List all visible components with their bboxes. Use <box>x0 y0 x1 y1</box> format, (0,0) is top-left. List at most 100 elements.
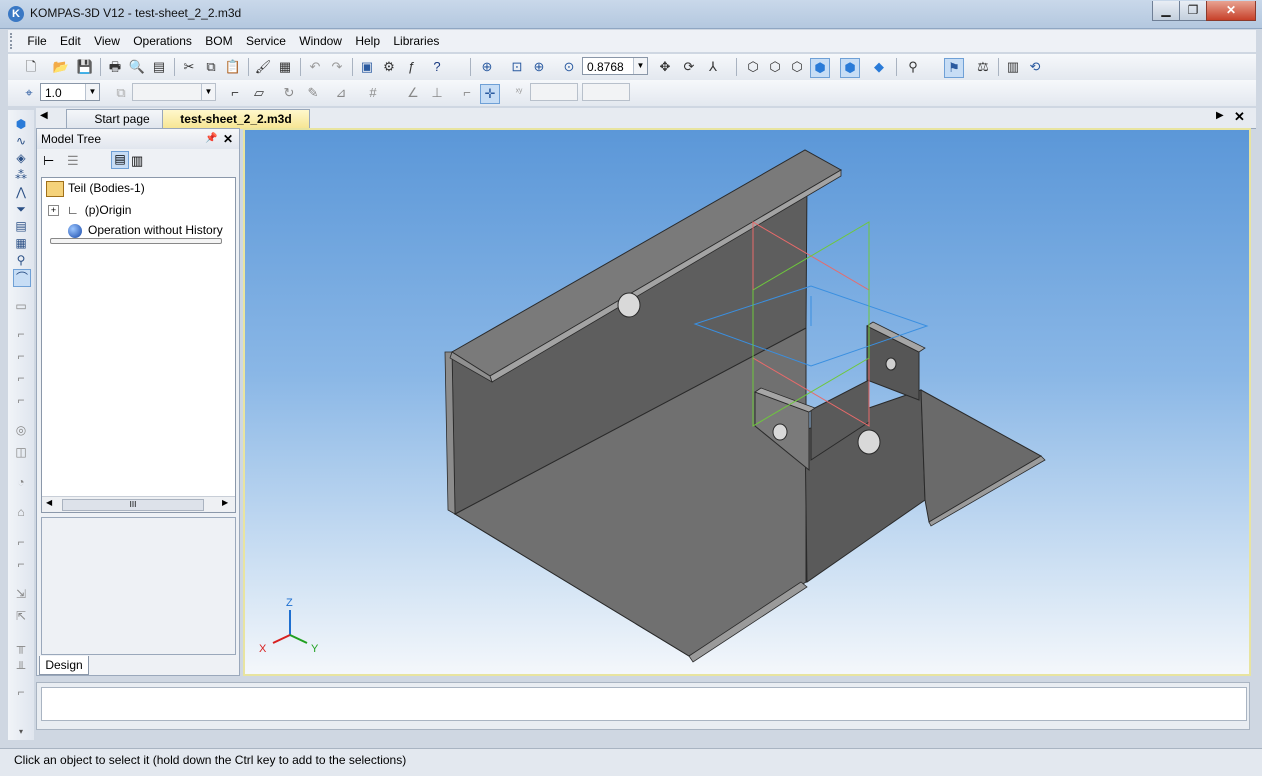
jog-icon[interactable]: ╥ <box>13 638 29 654</box>
bend-icon[interactable]: ⌐ <box>13 326 29 342</box>
sheet-metal-part[interactable] <box>444 149 1046 663</box>
minimize-button[interactable]: ▁ <box>1152 1 1180 21</box>
hole-icon[interactable]: ◎ <box>13 422 29 438</box>
shaded-icon[interactable]: ⬢ <box>810 58 830 78</box>
menu-edit[interactable]: Edit <box>55 30 86 52</box>
tree-view-mode-icon[interactable]: ☰ <box>67 153 79 169</box>
step-line-icon[interactable]: ⌐ <box>458 84 476 102</box>
thin-hidden-lines-icon[interactable]: ⬡ <box>788 58 806 76</box>
pan-icon[interactable]: ✥ <box>656 58 674 76</box>
chevron-down-icon[interactable]: ▼ <box>633 58 647 74</box>
library-manager-icon[interactable]: ⚙ <box>380 58 398 76</box>
pencil-icon[interactable]: ✎ <box>304 84 322 102</box>
orientation-icon[interactable]: ⅄ <box>704 58 722 76</box>
scroll-thumb[interactable]: III <box>62 499 204 511</box>
menu-help[interactable]: Help <box>350 30 385 52</box>
measure-tools-icon[interactable]: ▤ <box>13 218 29 234</box>
menu-file[interactable]: File <box>22 30 51 52</box>
scroll-left-icon[interactable]: ◀ <box>46 498 52 507</box>
tree-panel-mode-icon[interactable]: ▤ <box>111 151 129 169</box>
new-document-icon[interactable]: 🗋 <box>22 58 40 76</box>
perspective-icon[interactable]: ◆ <box>870 58 888 76</box>
angle-snap-icon[interactable]: ∠ <box>404 84 422 102</box>
model-viewport[interactable]: Z X Y <box>243 128 1251 676</box>
cut-icon[interactable]: ✂ <box>180 58 198 76</box>
tab-scroll-right-icon[interactable]: ▶ <box>1216 110 1224 121</box>
tree-structure-icon[interactable]: ⊢ <box>43 153 54 169</box>
measure-icon[interactable]: ⚖ <box>974 58 992 76</box>
stamp-icon[interactable]: ⌂ <box>13 504 29 520</box>
reports-icon[interactable]: ⚲ <box>13 252 29 268</box>
paste-icon[interactable]: 📋 <box>224 58 242 76</box>
wireframe-icon[interactable]: ⬡ <box>744 58 762 76</box>
chevron-down-icon[interactable]: ▼ <box>85 84 99 100</box>
rebuild-icon[interactable]: ⟲ <box>1026 58 1044 76</box>
close-panel-icon[interactable]: ✕ <box>223 129 233 149</box>
louver-icon[interactable]: ⌐ <box>13 534 29 550</box>
zoom-input[interactable]: 0.8768 ▼ <box>582 57 648 75</box>
pin-icon[interactable]: 📌 <box>205 129 217 149</box>
ortho-icon[interactable]: ⊿ <box>332 84 350 102</box>
rotate-icon[interactable]: ⟳ <box>680 58 698 76</box>
zoom-in-icon[interactable]: ⊕ <box>530 58 548 76</box>
hidden-lines-icon[interactable]: ⬡ <box>766 58 784 76</box>
save-icon[interactable]: 💾 <box>76 58 94 76</box>
axis-icon[interactable]: ⊥ <box>428 84 446 102</box>
tree-item-operation[interactable]: Operation without History <box>68 222 223 238</box>
print-preview-icon[interactable]: 🔍 <box>128 58 146 76</box>
properties-icon[interactable]: ▦ <box>276 58 294 76</box>
tab-document[interactable]: test-sheet_2_2.m3d <box>162 109 310 129</box>
sheet-metal-icon[interactable]: ⌒ <box>13 269 31 287</box>
scroll-right-icon[interactable]: ▶ <box>222 498 228 507</box>
menu-libraries[interactable]: Libraries <box>388 30 444 52</box>
spatial-curves-icon[interactable]: ∿ <box>13 133 29 149</box>
step-input[interactable]: 1.0 ▼ <box>40 83 100 101</box>
menu-operations[interactable]: Operations <box>128 30 197 52</box>
document-properties-icon[interactable]: ▤ <box>150 58 168 76</box>
tree-separate-window-icon[interactable]: ▥ <box>131 153 143 169</box>
close-document-icon[interactable]: ✕ <box>1234 109 1245 125</box>
sheet-body-icon[interactable]: ▭ <box>13 298 29 314</box>
shaded-edges-icon[interactable]: ⬢ <box>840 58 860 78</box>
closed-corner-icon[interactable]: ◔ <box>13 474 29 490</box>
undo-icon[interactable]: ↶ <box>306 58 324 76</box>
bend-line-icon[interactable]: ⌐ <box>13 348 29 364</box>
surfaces-icon[interactable]: ◈ <box>13 150 29 166</box>
copy-icon[interactable]: ⧉ <box>202 58 220 76</box>
filter-objects-icon[interactable]: ⏷ <box>13 201 29 217</box>
help-pointer-icon[interactable]: ? <box>428 58 446 76</box>
grid-icon[interactable]: # <box>364 84 382 102</box>
menu-window[interactable]: Window <box>294 30 347 52</box>
tab-scroll-left-icon[interactable]: ◀ <box>40 110 48 121</box>
gusset-icon[interactable]: ⌐ <box>13 684 29 700</box>
snap-grid-icon[interactable]: ⌖ <box>20 84 38 102</box>
spec-tools-icon[interactable]: ▦ <box>13 235 29 251</box>
zoom-scale-icon[interactable]: ⊙ <box>560 58 578 76</box>
tree-horizontal-scrollbar[interactable]: ◀ III ▶ <box>42 496 235 512</box>
orient-icon[interactable]: ↻ <box>280 84 298 102</box>
tree-item-part[interactable]: Teil (Bodies-1) <box>46 180 145 197</box>
flange-icon[interactable]: ⌐ <box>13 370 29 386</box>
print-icon[interactable]: 🖶 <box>106 58 124 76</box>
menu-bom[interactable]: BOM <box>200 30 237 52</box>
restore-button[interactable]: ❐ <box>1179 1 1207 21</box>
manager-icon[interactable]: ▣ <box>358 58 376 76</box>
spec-icon[interactable]: ▥ <box>1004 58 1022 76</box>
unbend-icon[interactable]: ⇲ <box>13 586 29 602</box>
hem-icon[interactable]: ⌐ <box>13 392 29 408</box>
editing-part-icon[interactable]: ⬢ <box>13 116 29 132</box>
auxiliary-geometry-icon[interactable]: ⋀ <box>13 184 29 200</box>
snaps-icon[interactable]: ✛ <box>480 84 500 104</box>
zoom-window-icon[interactable]: ⊕ <box>478 58 496 76</box>
zoom-fit-icon[interactable]: ⊡ <box>508 58 526 76</box>
select-icon[interactable]: ⚑ <box>944 58 964 78</box>
expand-icon[interactable]: + <box>48 205 59 217</box>
joggle-icon[interactable]: ╨ <box>13 660 29 676</box>
plane-icon[interactable]: ▱ <box>250 84 268 102</box>
toolbar-overflow-icon[interactable]: ▾ <box>13 724 29 740</box>
local-cs-icon[interactable]: ⌐ <box>226 84 244 102</box>
menu-service[interactable]: Service <box>241 30 291 52</box>
menu-view[interactable]: View <box>89 30 125 52</box>
filter-icon[interactable]: ⚲ <box>904 58 922 76</box>
format-painter-icon[interactable]: 🖌 <box>254 58 272 76</box>
